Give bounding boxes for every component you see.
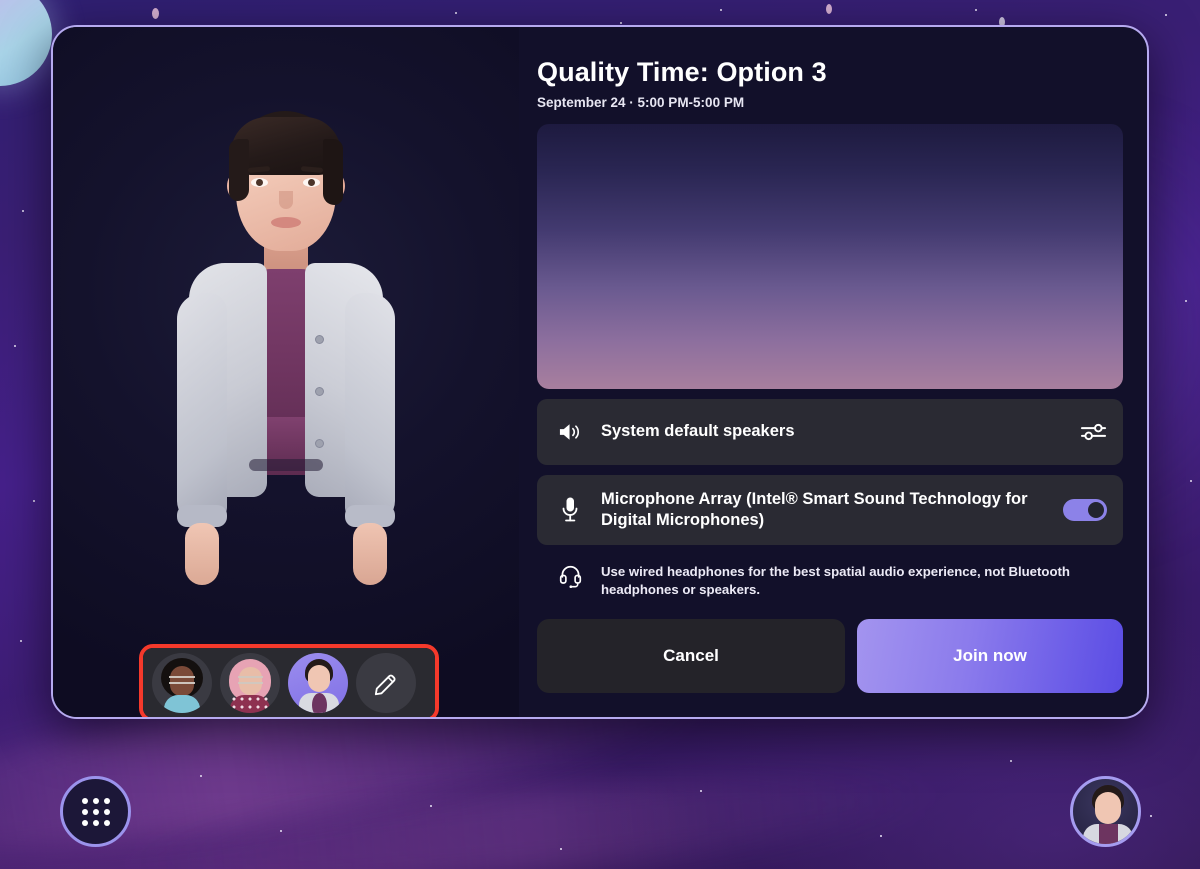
avatar-cardigan-button xyxy=(315,439,324,448)
dialog-actions: Cancel Join now xyxy=(537,619,1123,693)
star xyxy=(1165,14,1167,16)
audio-settings-button[interactable] xyxy=(1080,421,1107,443)
star xyxy=(200,775,202,777)
avatar-pattern xyxy=(230,695,270,713)
avatar-cardigan-button xyxy=(315,335,324,344)
star xyxy=(826,4,832,14)
star xyxy=(720,9,722,11)
avatar-face xyxy=(308,665,330,692)
avatar-picker[interactable] xyxy=(143,648,435,717)
avatar-pupil-left xyxy=(256,179,263,186)
edit-avatar-button[interactable] xyxy=(356,653,416,713)
avatar-picker-highlight xyxy=(139,644,439,717)
glasses-icon xyxy=(169,676,195,684)
avatar-preview-stage xyxy=(53,27,519,717)
grid-dots-icon xyxy=(81,797,110,826)
avatar-hand-left xyxy=(185,523,219,585)
avatar-face xyxy=(1095,792,1121,824)
star xyxy=(455,12,457,14)
avatar-pupil-right xyxy=(308,179,315,186)
star xyxy=(280,830,282,832)
join-now-button[interactable]: Join now xyxy=(857,619,1123,693)
star xyxy=(880,835,882,837)
star xyxy=(560,848,562,850)
avatar-nose xyxy=(279,191,293,209)
meeting-schedule: September 24 · 5:00 PM-5:00 PM xyxy=(537,95,745,110)
speaker-device-row[interactable]: System default speakers xyxy=(537,399,1123,465)
microphone-icon xyxy=(555,496,585,524)
microphone-device-label: Microphone Array (Intel® Smart Sound Tec… xyxy=(601,489,1028,529)
user-avatar-button[interactable] xyxy=(1070,776,1141,847)
avatar-shirt xyxy=(1099,824,1118,844)
join-panel: Quality Time: Option 3 September 24 · 5:… xyxy=(519,27,1147,717)
avatar-belt xyxy=(249,459,323,471)
moon-icon xyxy=(0,0,52,86)
nebula-streak xyxy=(118,754,942,869)
headphone-hint-text: Use wired headphones for the best spatia… xyxy=(601,564,1070,597)
avatar-hand-right xyxy=(353,523,387,585)
app-launcher-button[interactable] xyxy=(60,776,131,847)
toggle-knob xyxy=(1088,502,1104,518)
glasses-icon xyxy=(238,676,263,684)
virtual-space-background: Quality Time: Option 3 September 24 · 5:… xyxy=(0,0,1200,869)
join-meeting-dialog: Quality Time: Option 3 September 24 · 5:… xyxy=(51,25,1149,719)
avatar-option-1[interactable] xyxy=(152,653,212,713)
star xyxy=(1010,760,1012,762)
avatar-body xyxy=(164,695,200,713)
headset-icon xyxy=(555,563,585,588)
speaker-device-label: System default speakers xyxy=(601,422,795,441)
star xyxy=(33,500,35,502)
star xyxy=(152,8,159,19)
star xyxy=(1190,480,1192,482)
avatar-option-2[interactable] xyxy=(220,653,280,713)
star xyxy=(20,640,22,642)
star xyxy=(1150,815,1152,817)
avatar-shirt xyxy=(312,693,327,713)
audio-settings-sliders-icon xyxy=(1080,423,1107,441)
star xyxy=(430,805,432,807)
star xyxy=(14,345,16,347)
star xyxy=(975,9,977,11)
toggle-track[interactable] xyxy=(1063,499,1107,521)
microphone-device-row[interactable]: Microphone Array (Intel® Smart Sound Tec… xyxy=(537,475,1123,545)
star xyxy=(1185,300,1187,302)
avatar-cardigan-button xyxy=(315,387,324,396)
star xyxy=(700,790,702,792)
video-preview[interactable] xyxy=(537,124,1123,389)
microphone-toggle[interactable] xyxy=(1063,499,1107,521)
avatar-arm-left xyxy=(177,293,227,523)
avatar-mouth xyxy=(271,217,301,228)
cancel-button[interactable]: Cancel xyxy=(537,619,845,693)
avatar-arm-right xyxy=(345,293,395,523)
avatar-hair-side-left xyxy=(229,139,249,201)
avatar-figure xyxy=(151,87,421,597)
meeting-header: Quality Time: Option 3 September 24 · 5:… xyxy=(519,51,1123,124)
star xyxy=(620,22,622,24)
avatar-option-3[interactable] xyxy=(288,653,348,713)
speaker-icon xyxy=(555,421,585,443)
meeting-title: Quality Time: Option 3 xyxy=(537,57,827,87)
avatar-hair-side-right xyxy=(323,139,343,205)
star xyxy=(22,210,24,212)
pencil-icon xyxy=(374,674,396,696)
headphone-hint: Use wired headphones for the best spatia… xyxy=(537,557,1123,605)
